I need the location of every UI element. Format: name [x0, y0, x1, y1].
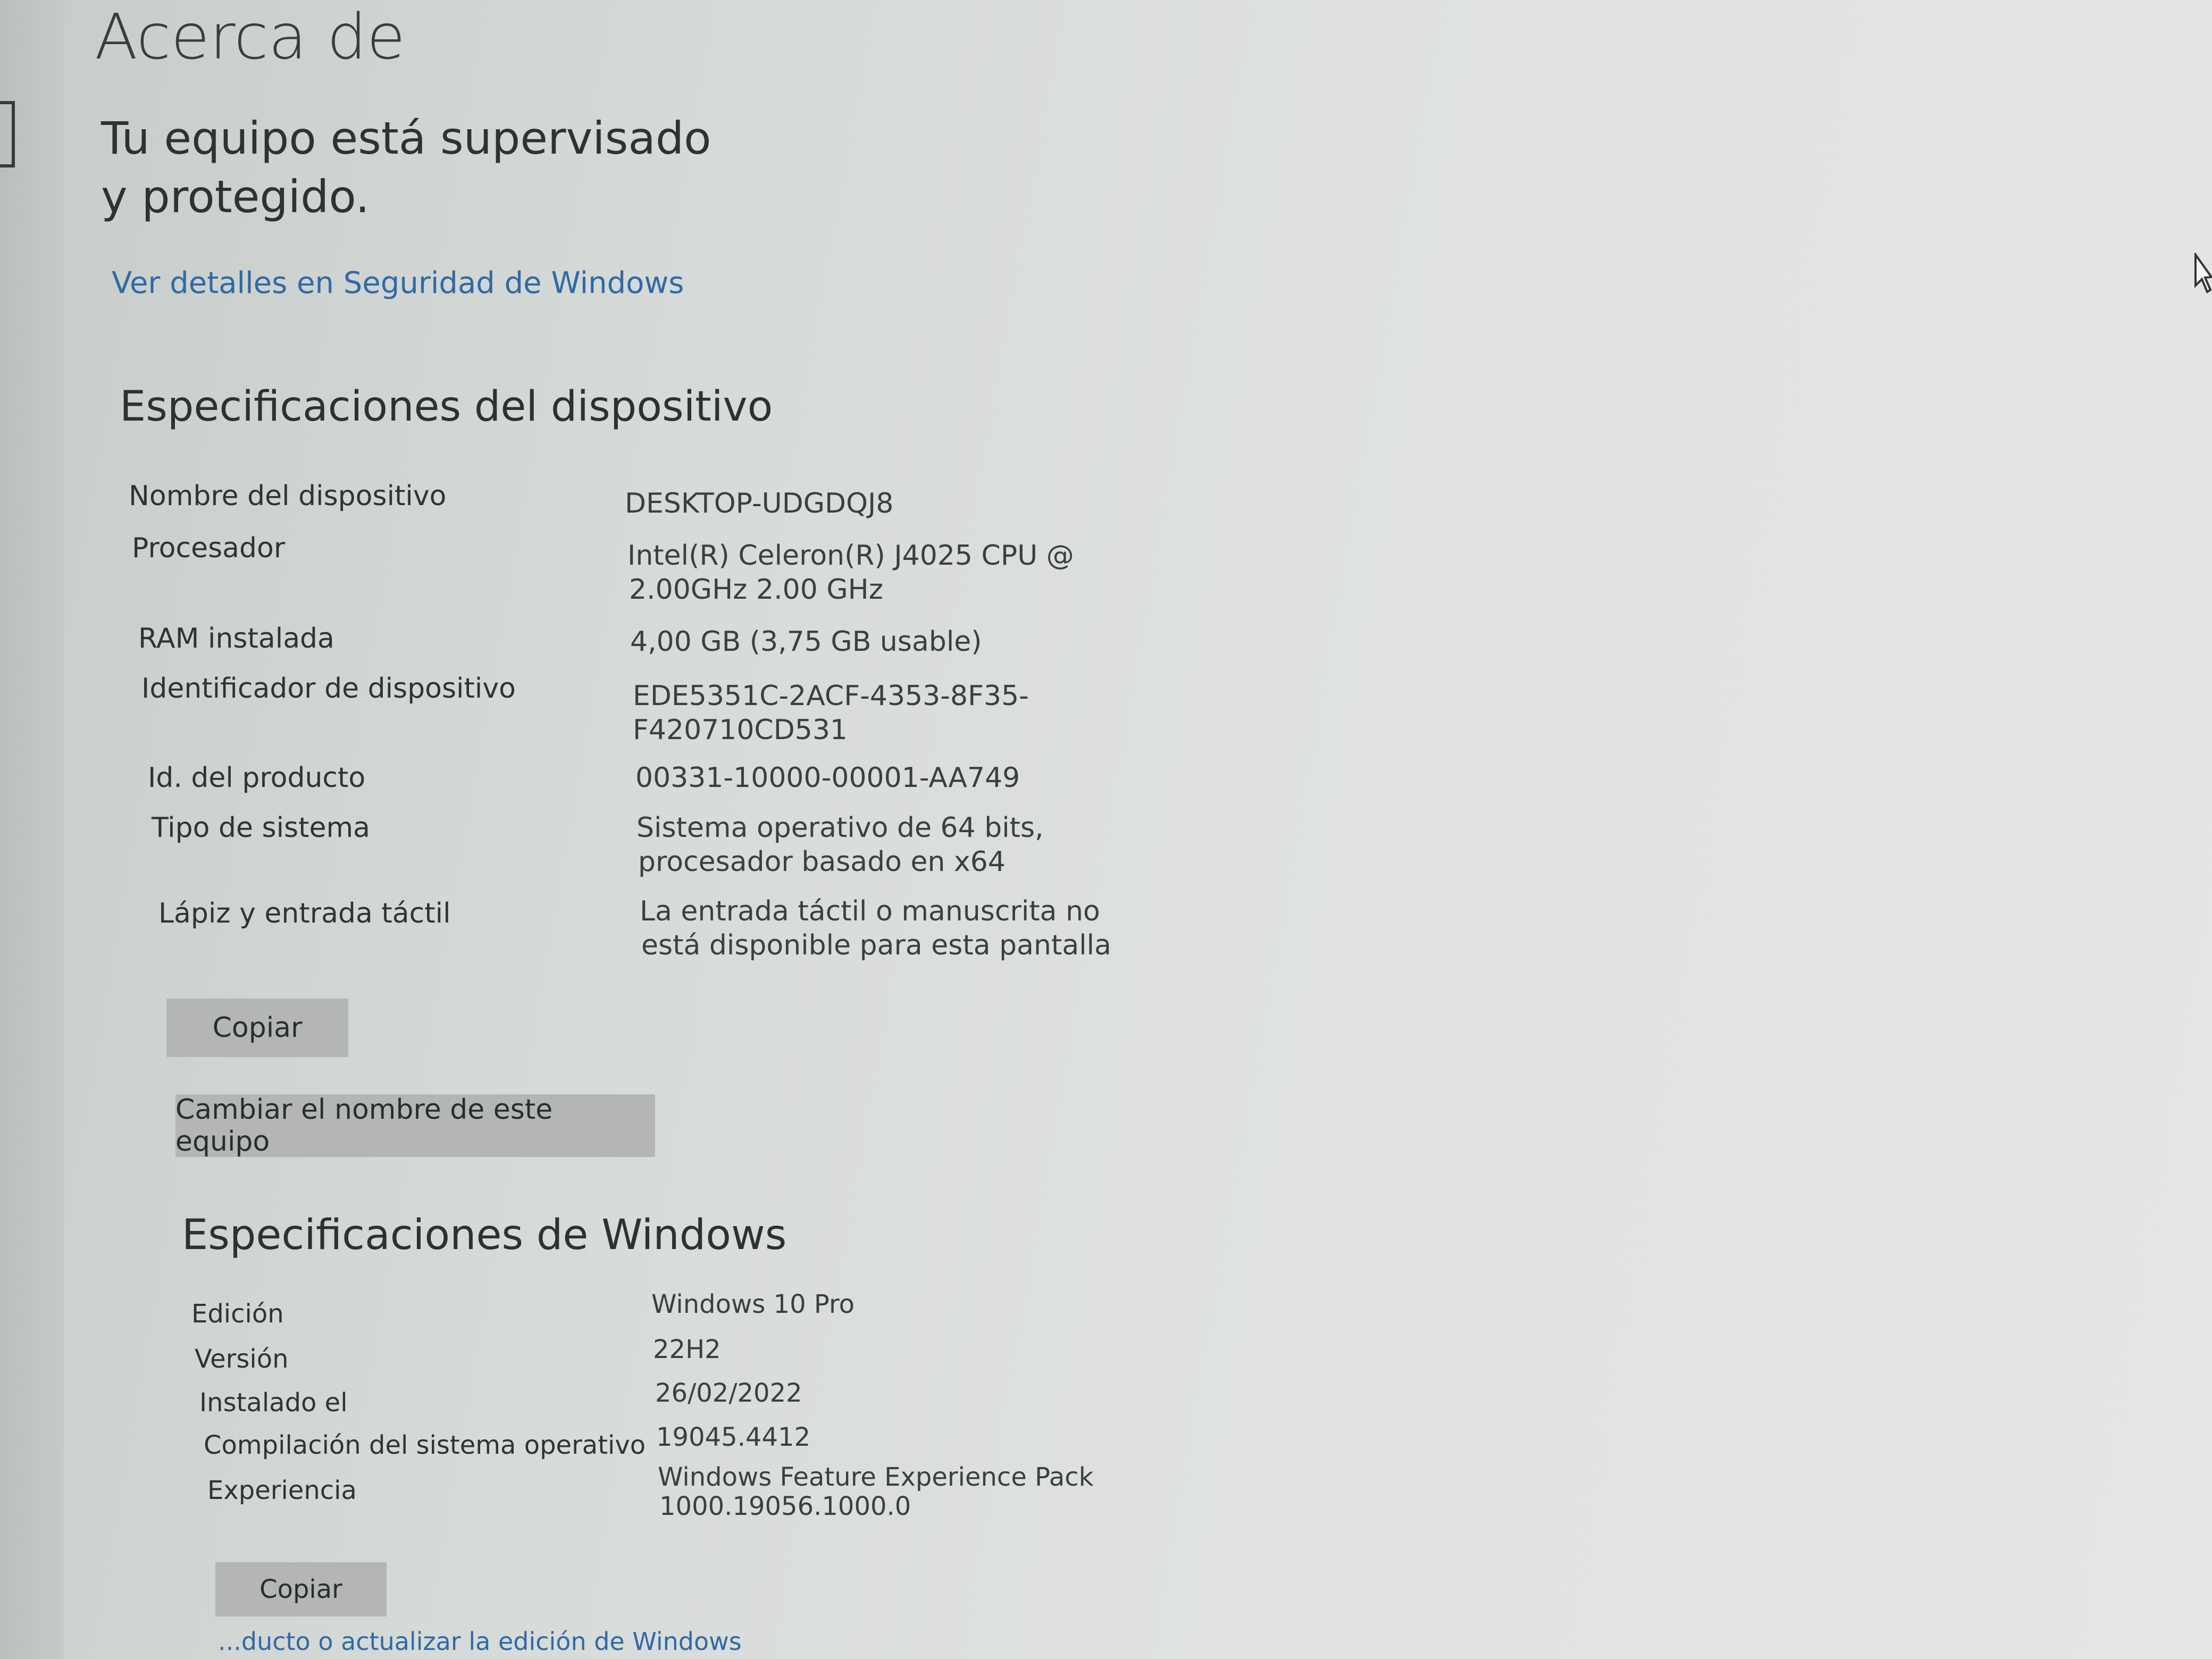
spec-label: Edición	[191, 1299, 284, 1329]
windows-security-link[interactable]: Ver detalles en Seguridad de Windows	[112, 266, 684, 300]
spec-label: Experiencia	[207, 1476, 357, 1505]
spec-value: 00331-10000-00001-AA749	[635, 762, 1020, 794]
spec-label: Versión	[195, 1344, 289, 1374]
spec-label: Identificador de dispositivo	[141, 673, 516, 705]
copy-windows-specs-button[interactable]: Copiar	[215, 1562, 387, 1616]
spec-label: Compilación del sistema operativo	[204, 1430, 646, 1460]
spec-value-line2: F420710CD531	[633, 714, 848, 746]
spec-value-line2: está disponible para esta pantalla	[641, 929, 1111, 961]
nav-selection-indicator	[0, 101, 15, 167]
page-title: Acerca de	[95, 0, 406, 73]
spec-value-line2: procesador basado en x64	[638, 846, 1006, 878]
spec-value: Sistema operativo de 64 bits,	[636, 812, 1044, 844]
spec-value: 26/02/2022	[655, 1378, 802, 1408]
spec-value: 4,00 GB (3,75 GB usable)	[630, 626, 982, 658]
windows-specs-heading: Especificaciones de Windows	[182, 1211, 787, 1259]
protection-status-text: Tu equipo está supervisado y protegido.	[101, 112, 711, 223]
spec-value: EDE5351C-2ACF-4353-8F35-	[633, 680, 1029, 712]
spec-value: Intel(R) Celeron(R) J4025 CPU @	[627, 540, 1074, 572]
spec-label: Procesador	[132, 532, 286, 564]
spec-value-line2: 2.00GHz 2.00 GHz	[629, 574, 884, 606]
spec-label: Id. del producto	[148, 762, 366, 794]
spec-label: Tipo de sistema	[152, 812, 371, 844]
device-specs-heading: Especificaciones del dispositivo	[120, 383, 773, 431]
spec-label: RAM instalada	[138, 623, 334, 655]
mouse-pointer-icon	[2193, 251, 2212, 295]
spec-label: Nombre del dispositivo	[129, 480, 447, 512]
rename-pc-button[interactable]: Cambiar el nombre de este equipo	[175, 1094, 655, 1158]
spec-value: DESKTOP-UDGDQJ8	[625, 488, 894, 520]
spec-value-line2: 1000.19056.1000.0	[659, 1492, 911, 1521]
spec-label: Lápiz y entrada táctil	[158, 898, 451, 929]
copy-device-specs-button[interactable]: Copiar	[166, 999, 348, 1057]
change-product-key-link[interactable]: ...ducto o actualizar la edición de Wind…	[218, 1627, 742, 1656]
spec-value: 19045.4412	[656, 1422, 811, 1452]
spec-value: 22H2	[653, 1335, 721, 1364]
spec-value: La entrada táctil o manuscrita no	[640, 895, 1100, 927]
spec-label: Instalado el	[199, 1388, 348, 1418]
settings-nav-pane	[0, 0, 64, 1659]
spec-value: Windows 10 Pro	[651, 1289, 855, 1319]
